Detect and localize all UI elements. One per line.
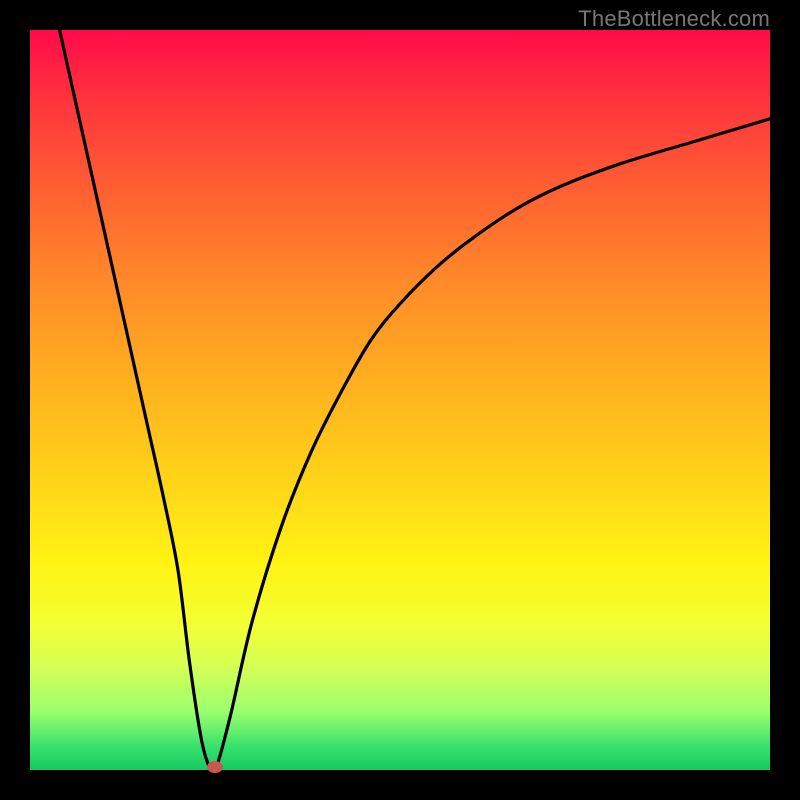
bottleneck-chart: TheBottleneck.com (0, 0, 800, 800)
watermark-text: TheBottleneck.com (578, 6, 770, 32)
optimal-point-marker (207, 761, 223, 773)
curve-svg (30, 30, 770, 770)
bottleneck-curve-path (60, 30, 770, 770)
plot-area (30, 30, 770, 770)
